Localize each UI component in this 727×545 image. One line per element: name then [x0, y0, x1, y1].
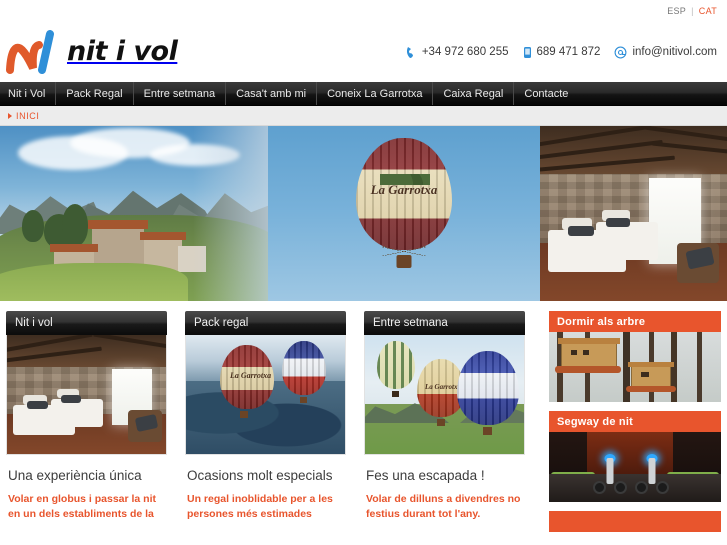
nav-item-nit-i-vol[interactable]: Nit i Vol: [0, 82, 57, 105]
lang-esp-link[interactable]: ESP: [667, 6, 686, 16]
sidebar-box-segway-de-nit[interactable]: Segway de nit: [549, 411, 721, 502]
card-header: Nit i vol: [6, 311, 167, 335]
nav-item-pack-regal[interactable]: Pack Regal: [56, 82, 134, 105]
hero-image-balloon: La Garrotxa: [268, 126, 540, 301]
balloon-label: La Garrotxa: [370, 182, 438, 197]
hero-image-bedroom: [540, 126, 727, 301]
card-title: Ocasions molt especials: [187, 468, 333, 483]
mobile-icon: [523, 46, 532, 59]
hero-banner[interactable]: La Garrotxa: [0, 126, 727, 301]
sidebar-box-dormir-als-arbre[interactable]: Dormir als arbre: [549, 311, 721, 402]
nav-item-caixa-regal[interactable]: Caixa Regal: [433, 82, 515, 105]
at-icon: [614, 46, 627, 59]
sidebar-image-segway[interactable]: [549, 432, 721, 502]
sidebar-box-header: [549, 511, 721, 532]
card-title: Una experiència única: [8, 468, 142, 483]
breadcrumb-item-inici[interactable]: INICI: [16, 111, 40, 121]
contact-mobile[interactable]: 689 471 872: [523, 46, 601, 59]
lang-cat-link[interactable]: CAT: [699, 6, 717, 16]
logo-mark-icon: [6, 30, 54, 74]
card-header: Pack regal: [185, 311, 346, 335]
main-content: Nit i vol Una experiència única Volar en…: [0, 301, 727, 541]
card-image-three-balloons[interactable]: La Garrotxa: [364, 335, 525, 455]
sidebar-box-header: Segway de nit: [549, 411, 721, 432]
card-description: Volar de dilluns a divendres no festius …: [366, 493, 521, 521]
nav-item-coneix-la-garrotxa[interactable]: Coneix La Garrotxa: [317, 82, 434, 105]
main-navigation: Nit i Vol Pack Regal Entre setmana Casa'…: [0, 82, 727, 106]
site-logo[interactable]: nit i vol: [6, 28, 178, 76]
sidebar-box-header: Dormir als arbre: [549, 311, 721, 332]
card-entre-setmana[interactable]: Entre setmana La Garrotxa Fes una escapa…: [364, 311, 525, 541]
nav-item-entre-setmana[interactable]: Entre setmana: [134, 82, 227, 105]
card-description: Volar en globus i passar la nit en un de…: [8, 493, 157, 521]
balloon-graphic: La Garrotxa: [356, 138, 452, 270]
contact-mobile-text: 689 471 872: [536, 46, 601, 58]
card-pack-regal[interactable]: Pack regal La Garrotxa Ocasions molt esp…: [185, 311, 346, 541]
sidebar-box-third[interactable]: [549, 511, 721, 532]
phone-icon: [406, 46, 417, 59]
site-header: nit i vol +34 972 680 255 689 471 872 in…: [0, 22, 727, 82]
chevron-right-icon: [8, 112, 12, 119]
logo-wordmark: nit i vol: [67, 35, 178, 67]
header-contacts: +34 972 680 255 689 471 872 info@nitivol…: [406, 46, 717, 59]
nav-item-casat-amb-mi[interactable]: Casa't amb mi: [226, 82, 318, 105]
card-header: Entre setmana: [364, 311, 525, 335]
sidebar: Dormir als arbre Segway de nit: [549, 311, 721, 541]
sidebar-image-treehouse[interactable]: [549, 332, 721, 402]
card-title: Fes una escapada !: [366, 468, 485, 483]
hero-image-landscape: [0, 126, 268, 301]
card-image-bedroom[interactable]: [6, 335, 167, 455]
nav-item-contacte[interactable]: Contacte: [514, 82, 578, 105]
contact-phone[interactable]: +34 972 680 255: [406, 46, 509, 59]
contact-email-text[interactable]: info@nitivol.com: [632, 46, 717, 58]
breadcrumb: INICI: [0, 106, 727, 126]
card-nit-i-vol[interactable]: Nit i vol Una experiència única Volar en…: [6, 311, 167, 541]
card-image-two-balloons[interactable]: La Garrotxa: [185, 335, 346, 455]
contact-phone-text: +34 972 680 255: [421, 46, 509, 58]
card-description: Un regal inoblidable per a les persones …: [187, 493, 333, 521]
contact-email[interactable]: info@nitivol.com: [614, 46, 717, 59]
language-bar: ESP | CAT: [0, 0, 727, 22]
promo-cards: Nit i vol Una experiència única Volar en…: [6, 311, 525, 541]
lang-separator: |: [691, 6, 694, 16]
